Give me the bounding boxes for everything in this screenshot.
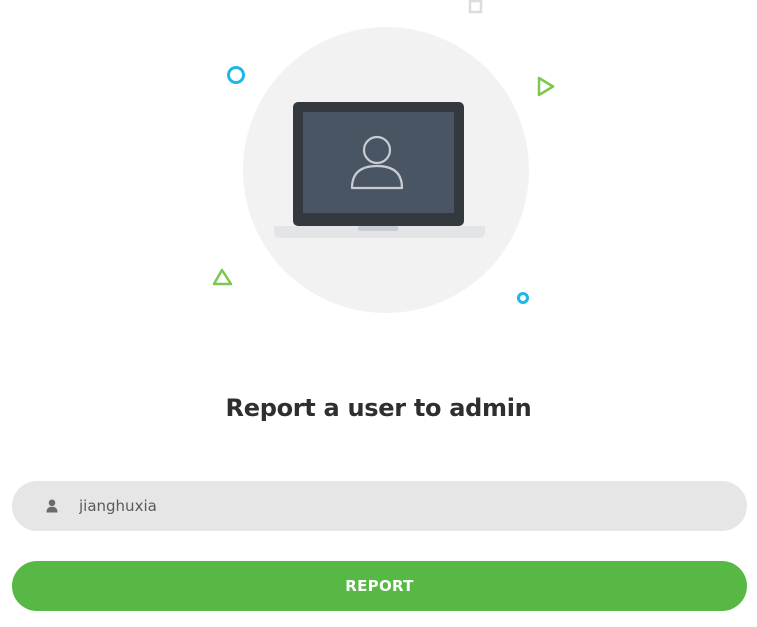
username-input[interactable] — [79, 491, 679, 521]
page-title: Report a user to admin — [225, 394, 532, 422]
user-icon — [45, 498, 59, 514]
report-button[interactable]: REPORT — [12, 561, 747, 611]
circle-outline-icon — [517, 292, 529, 304]
username-field[interactable] — [12, 481, 747, 531]
hero-illustration — [0, 0, 757, 330]
circle-outline-icon — [227, 66, 245, 84]
triangle-outline-icon — [212, 268, 233, 286]
hero-svg — [212, 0, 555, 313]
laptop-user-icon — [274, 102, 485, 238]
square-outline-icon — [468, 0, 483, 14]
triangle-outline-icon — [537, 76, 555, 97]
